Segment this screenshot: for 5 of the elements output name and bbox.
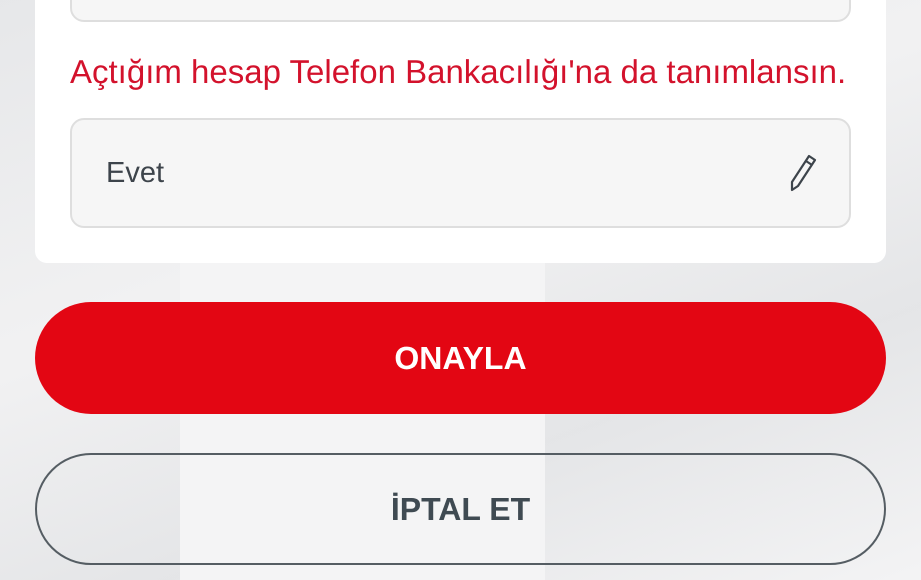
- answer-field[interactable]: Evet: [70, 118, 851, 228]
- question-text: Açtığım hesap Telefon Bankacılığı'na da tanımlansın.: [70, 52, 848, 92]
- confirm-button[interactable]: ONAYLA: [35, 302, 886, 414]
- pencil-icon[interactable]: [789, 154, 817, 192]
- cancel-button[interactable]: İPTAL ET: [35, 453, 886, 565]
